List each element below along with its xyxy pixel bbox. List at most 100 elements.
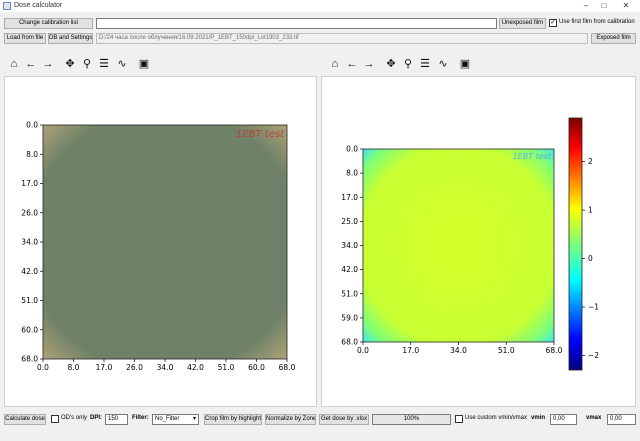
vmax-spinbox[interactable]: 0,00 [607, 414, 636, 425]
left-plot-panel[interactable]: 1EBT test 0.0 8.0 17.0 26.0 34.0 42.0 51.0 60.0… [4, 76, 317, 407]
x-tick-label: 0.0 [357, 346, 369, 355]
y-tick-label: 17.0 [21, 179, 38, 188]
ods-only-checkbox[interactable] [51, 415, 59, 423]
x-tick-label: 34.0 [450, 346, 467, 355]
y-tick-label: 51.0 [21, 296, 38, 305]
dose-map-film-label: 1EBT test [513, 152, 552, 161]
pan-icon[interactable]: ✥ [64, 58, 76, 70]
y-tick-label: 34.0 [341, 241, 358, 250]
vmin-label: vmin [531, 415, 546, 421]
zoom-icon[interactable]: ⚲ [81, 58, 93, 70]
exposed-film-button[interactable]: Exposed film [591, 33, 636, 44]
minimize-icon[interactable]: – [579, 1, 593, 11]
home-icon[interactable]: ⌂ [8, 58, 20, 70]
x-tick-label: 60.0 [248, 363, 265, 372]
custom-vminmax-label: Use custom vmin/vmax [465, 415, 528, 421]
subplots-icon[interactable]: ☰ [98, 58, 110, 70]
save-icon[interactable]: ▣ [138, 58, 150, 70]
film-label: 1EBT test [236, 129, 285, 140]
custom-vminmax-checkbox[interactable] [455, 415, 463, 423]
back-arrow-icon[interactable]: ← [346, 58, 358, 70]
zoom-icon[interactable]: ⚲ [402, 58, 414, 70]
x-axis: 0.0 8.0 17.0 26.0 34.0 42.0 51.0 60.0 68.0 [37, 359, 296, 372]
title-bar: Dose calculator – □ ✕ [0, 0, 640, 12]
x-tick-label: 17.0 [96, 363, 113, 372]
chevron-down-icon: ▾ [192, 416, 196, 422]
colorbar-tick-label: 0 [588, 254, 593, 263]
filter-label: Filter: [132, 415, 149, 421]
dpi-spinbox[interactable]: 150 [105, 414, 128, 425]
vmin-spinbox[interactable]: 0,00 [550, 414, 577, 425]
y-tick-label: 0.0 [26, 121, 38, 130]
y-tick-label: 17.0 [341, 193, 358, 202]
right-plot-toolbar: ⌂ ← → ✥ ⚲ ☰ ∿ ▣ [327, 57, 487, 73]
filter-select[interactable]: No_Filter ▾ [152, 414, 199, 425]
vmax-label: vmax [586, 415, 602, 421]
dpi-label: DPI: [90, 415, 102, 421]
colorbar-tick-label: 2 [588, 157, 593, 166]
edit-curve-icon[interactable]: ∿ [437, 58, 449, 70]
left-plot-toolbar: ⌂ ← → ✥ ⚲ ☰ ∿ ▣ [6, 57, 166, 73]
app-icon [3, 2, 11, 10]
x-tick-label: 8.0 [68, 363, 80, 372]
use-first-film-label: Use first film from calibration [559, 19, 635, 25]
normalize-zone-button[interactable]: Normalize by Zone [265, 414, 316, 425]
close-icon[interactable]: ✕ [619, 1, 633, 11]
x-tick-label: 34.0 [157, 363, 174, 372]
film-image-plot[interactable]: 1EBT test 0.0 8.0 17.0 26.0 34.0 42.0 51.0 60.0… [5, 77, 316, 406]
y-tick-label: 26.0 [21, 208, 38, 217]
y-tick-label: 60.0 [21, 325, 38, 334]
calibration-path-field[interactable] [96, 18, 497, 29]
y-axis: 0.0 8.0 17.0 25.0 34.0 42.0 51.0 59.0 68.0 [341, 145, 363, 347]
y-tick-label: 25.0 [341, 217, 358, 226]
colorbar-tick-label: −2 [588, 351, 599, 360]
window-title: Dose calculator [14, 2, 63, 9]
film-image [42, 124, 288, 360]
y-tick-label: 59.0 [341, 313, 358, 322]
progress-text: 100% [403, 416, 420, 422]
colorbar-axis: 2 1 0 −1 −2 [582, 157, 599, 360]
y-tick-label: 42.0 [341, 265, 358, 274]
dose-map-plot[interactable]: 1EBT test 0.0 17.0 34.0 51.0 68.0 0.0 8.0 17.0… [322, 77, 635, 406]
progress-bar: 100% [372, 414, 451, 425]
x-axis: 0.0 17.0 34.0 51.0 68.0 [357, 342, 563, 355]
get-dose-xlsx-button[interactable]: Get dose by .xlsx [319, 414, 369, 425]
filter-value: No_Filter [155, 416, 180, 422]
colorbar [568, 117, 583, 371]
y-tick-label: 0.0 [346, 145, 358, 154]
y-tick-label: 8.0 [346, 169, 358, 178]
dose-map-image [362, 148, 555, 343]
forward-arrow-icon[interactable]: → [363, 58, 375, 70]
forward-arrow-icon[interactable]: → [42, 58, 54, 70]
edit-curve-icon[interactable]: ∿ [116, 58, 128, 70]
colorbar-tick-label: 1 [588, 206, 593, 215]
x-tick-label: 42.0 [187, 363, 204, 372]
unexposed-film-button[interactable]: Unexposed film [499, 18, 546, 29]
use-first-film-checkbox[interactable]: ✓ [549, 19, 557, 27]
colorbar-tick-label: −1 [588, 303, 599, 312]
x-tick-label: 0.0 [37, 363, 49, 372]
y-tick-label: 8.0 [26, 150, 38, 159]
y-tick-label: 34.0 [21, 238, 38, 247]
calculate-dose-button[interactable]: Calculate dose [4, 414, 46, 425]
x-tick-label: 51.0 [218, 363, 235, 372]
right-plot-panel[interactable]: 1EBT test 0.0 17.0 34.0 51.0 68.0 0.0 8.0 17.0… [321, 76, 636, 407]
home-icon[interactable]: ⌂ [329, 58, 341, 70]
back-arrow-icon[interactable]: ← [25, 58, 37, 70]
x-tick-label: 26.0 [126, 363, 143, 372]
subplots-icon[interactable]: ☰ [419, 58, 431, 70]
x-tick-label: 51.0 [498, 346, 515, 355]
crop-film-button[interactable]: Crop film by highlight [204, 414, 262, 425]
x-tick-label: 17.0 [402, 346, 419, 355]
pan-icon[interactable]: ✥ [385, 58, 397, 70]
x-tick-label: 68.0 [546, 346, 563, 355]
ods-only-label: OD's only [61, 415, 87, 421]
maximize-icon[interactable]: □ [597, 1, 611, 11]
save-icon[interactable]: ▣ [459, 58, 471, 70]
y-tick-label: 42.0 [21, 267, 38, 276]
change-calibration-button[interactable]: Change calibration list [4, 18, 93, 29]
db-settings-button[interactable]: DB and Settings [48, 33, 93, 44]
x-tick-label: 68.0 [279, 363, 296, 372]
file-path-field: D:/24 часа после облучения/16.09.2021/P_… [96, 33, 588, 44]
load-from-file-button[interactable]: Load from file [4, 33, 46, 44]
